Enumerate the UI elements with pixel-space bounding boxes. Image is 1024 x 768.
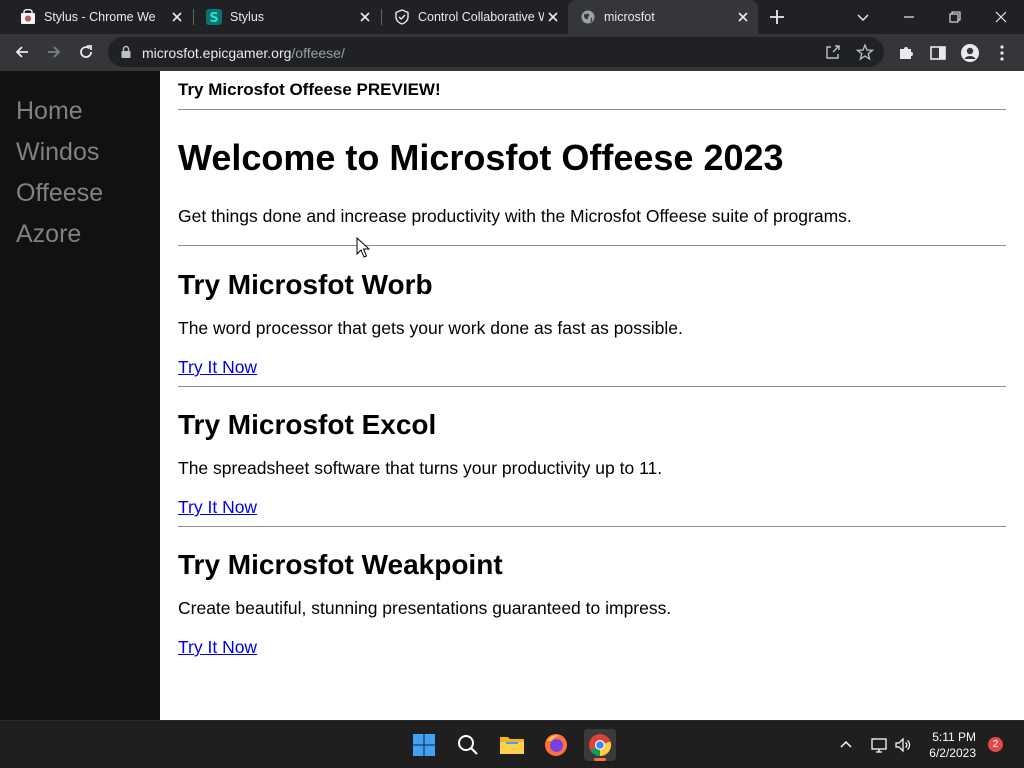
star-icon[interactable] bbox=[856, 43, 874, 61]
taskbar: 5:11 PM 6/2/2023 bbox=[0, 720, 1024, 768]
sidebar-item-home[interactable]: Home bbox=[0, 93, 160, 134]
product-section-weakpoint: Try Microsfot Weakpoint Create beautiful… bbox=[178, 549, 1006, 658]
divider bbox=[178, 526, 1006, 527]
lock-icon[interactable] bbox=[120, 45, 132, 59]
sidebar-item-windos[interactable]: Windos bbox=[0, 134, 160, 175]
mouse-cursor-icon bbox=[356, 237, 370, 258]
main-content: Try Microsfot Offeese PREVIEW! Welcome t… bbox=[178, 71, 1006, 658]
shield-icon bbox=[395, 9, 409, 25]
reload-icon bbox=[80, 45, 92, 58]
divider bbox=[178, 245, 1006, 246]
speaker-icon bbox=[895, 737, 911, 753]
close-icon[interactable] bbox=[358, 10, 372, 24]
tab-search-button[interactable] bbox=[840, 0, 886, 34]
plus-icon bbox=[770, 10, 784, 24]
new-tab-button[interactable] bbox=[754, 0, 800, 34]
network-icon bbox=[871, 738, 887, 753]
windows-logo-icon bbox=[413, 734, 435, 756]
firefox-icon bbox=[545, 734, 567, 756]
search-icon bbox=[458, 735, 478, 755]
close-icon[interactable] bbox=[546, 10, 560, 24]
arrow-right-icon bbox=[48, 46, 61, 58]
tab-title: Stylus - Chrome Web Store bbox=[44, 10, 156, 24]
minimize-button[interactable] bbox=[886, 0, 932, 34]
page-viewport: Home Windos Offeese Azore Try Microsfot … bbox=[0, 71, 1024, 720]
show-hidden-icons-button[interactable] bbox=[832, 729, 860, 761]
svg-text:S: S bbox=[209, 11, 218, 25]
side-panel-button[interactable] bbox=[928, 43, 948, 63]
url-host: microsfot.epicgamer.org bbox=[142, 45, 292, 61]
hero-description: Get things done and increase productivit… bbox=[178, 206, 852, 226]
tab-stylus[interactable]: S Stylus bbox=[186, 0, 380, 34]
close-icon bbox=[995, 11, 1007, 23]
restore-button[interactable] bbox=[932, 0, 978, 34]
chevron-up-icon bbox=[840, 740, 852, 748]
extensions-button[interactable] bbox=[896, 43, 916, 63]
browser-toolbar: microsfot.epicgamer.org/offeese/ bbox=[0, 34, 1024, 71]
close-icon[interactable] bbox=[736, 10, 750, 24]
arrow-left-icon bbox=[15, 46, 28, 58]
sidebar-item-offeese[interactable]: Offeese bbox=[0, 175, 160, 216]
chrome-icon bbox=[589, 734, 612, 757]
active-app-indicator bbox=[594, 758, 606, 761]
avatar-icon bbox=[961, 44, 979, 62]
address-bar[interactable]: microsfot.epicgamer.org/offeese/ bbox=[108, 37, 884, 67]
close-window-button[interactable] bbox=[978, 0, 1024, 34]
product-section-excol: Try Microsfot Excol The spreadsheet soft… bbox=[178, 409, 1006, 518]
tab-stylus-chrome-web-store[interactable]: Stylus - Chrome Web Store bbox=[0, 0, 192, 34]
tab-title: Stylus bbox=[230, 10, 265, 24]
side-panel-icon bbox=[930, 46, 946, 60]
url-path: /offeese/ bbox=[291, 45, 345, 61]
section-description: The word processor that gets your work d… bbox=[178, 318, 683, 338]
reload-button[interactable] bbox=[72, 38, 100, 66]
preview-banner: Try Microsfot Offeese PREVIEW! bbox=[178, 80, 441, 99]
notification-badge[interactable]: 2 bbox=[988, 737, 1003, 752]
profile-button[interactable] bbox=[960, 43, 980, 63]
back-button[interactable] bbox=[8, 38, 36, 66]
puzzle-icon bbox=[900, 47, 913, 59]
network-button[interactable] bbox=[866, 729, 892, 761]
divider bbox=[178, 386, 1006, 387]
try-it-now-link[interactable]: Try It Now bbox=[178, 357, 1006, 378]
share-icon[interactable] bbox=[824, 43, 842, 61]
firefox-button[interactable] bbox=[540, 729, 572, 761]
section-description: The spreadsheet software that turns your… bbox=[178, 458, 663, 478]
search-button[interactable] bbox=[452, 729, 484, 761]
file-explorer-button[interactable] bbox=[496, 729, 528, 761]
try-it-now-link[interactable]: Try It Now bbox=[178, 497, 1006, 518]
close-icon[interactable] bbox=[170, 10, 184, 24]
chrome-button[interactable] bbox=[584, 729, 616, 761]
divider bbox=[178, 109, 1006, 110]
try-it-now-link[interactable]: Try It Now bbox=[178, 637, 1006, 658]
section-description: Create beautiful, stunning presentations… bbox=[178, 598, 672, 618]
clock-time: 5:11 PM bbox=[932, 730, 976, 744]
volume-button[interactable] bbox=[890, 729, 916, 761]
globe-icon bbox=[581, 10, 595, 24]
section-title: Try Microsfot Weakpoint bbox=[178, 549, 503, 580]
kebab-menu-icon bbox=[1000, 45, 1004, 61]
sidebar-item-azore[interactable]: Azore bbox=[0, 216, 160, 257]
url-text: microsfot.epicgamer.org/offeese/ bbox=[142, 45, 345, 61]
clock-date: 6/2/2023 bbox=[929, 746, 976, 760]
tab-title: microsfot bbox=[604, 10, 655, 24]
section-title: Try Microsfot Excol bbox=[178, 409, 437, 440]
tab-title: Control Collaborative Whiteboard bbox=[418, 10, 544, 24]
product-section-worb: Try Microsfot Worb The word processor th… bbox=[178, 269, 1006, 378]
section-title: Try Microsfot Worb bbox=[178, 269, 433, 300]
tab-microsfot[interactable]: microsfot bbox=[568, 0, 758, 34]
clock[interactable]: 5:11 PM 6/2/2023 bbox=[929, 729, 976, 761]
tab-control-collaborative[interactable]: Control Collaborative Whiteboard bbox=[374, 0, 568, 34]
chevron-down-icon bbox=[857, 14, 869, 22]
forward-button[interactable] bbox=[40, 38, 68, 66]
page-title: Welcome to Microsfot Offeese 2023 bbox=[178, 137, 784, 178]
chrome-web-store-icon bbox=[21, 9, 35, 24]
folder-icon bbox=[500, 737, 524, 754]
minimize-icon bbox=[904, 16, 914, 18]
sidebar: Home Windos Offeese Azore bbox=[0, 71, 160, 720]
browser-tab-strip: Stylus - Chrome Web Store S Stylus Contr… bbox=[0, 0, 1024, 34]
start-button[interactable] bbox=[408, 729, 440, 761]
menu-button[interactable] bbox=[992, 43, 1012, 63]
restore-icon bbox=[949, 11, 961, 23]
stylus-icon: S bbox=[206, 9, 222, 25]
